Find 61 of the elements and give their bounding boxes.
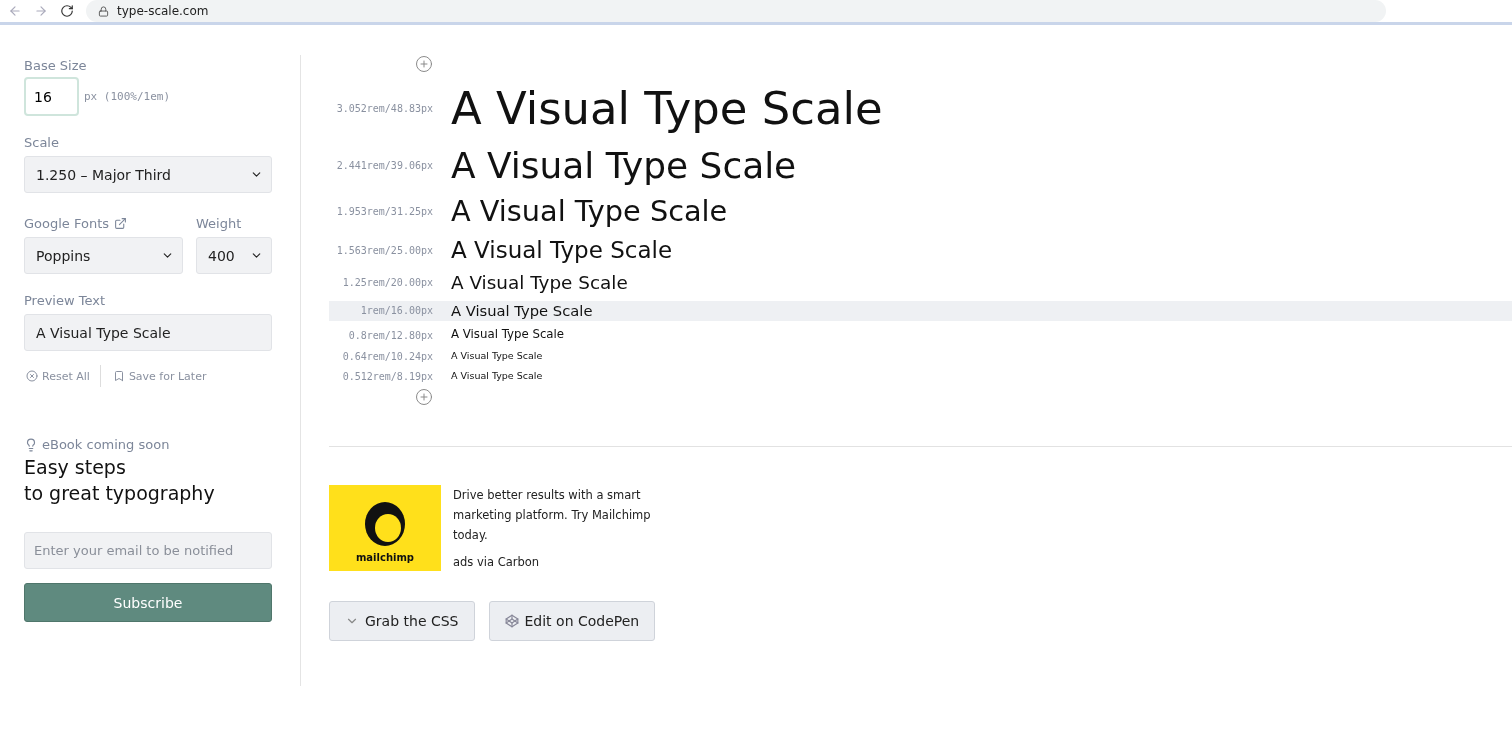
size-label: 2.441rem/39.06px [335, 159, 433, 171]
scale-row[interactable]: 1.563rem/25.00px A Visual Type Scale [329, 234, 1512, 266]
scale-row[interactable]: 2.441rem/39.06px A Visual Type Scale [329, 142, 1512, 188]
scale-row[interactable]: 0.8rem/12.80px A Visual Type Scale [329, 326, 1512, 344]
font-select[interactable]: Poppins [24, 237, 183, 274]
field-label: Weight [196, 216, 243, 231]
scale-row[interactable]: 0.512rem/8.19px A Visual Type Scale [329, 368, 1512, 384]
size-label: 1.563rem/25.00px [335, 244, 433, 256]
scale-select[interactable]: 1.250 – Major Third [24, 156, 272, 193]
back-icon[interactable] [8, 4, 22, 18]
field-label: Base Size [24, 58, 88, 73]
lightbulb-icon [24, 437, 38, 452]
preview-text: A Visual Type Scale [451, 236, 673, 264]
address-bar[interactable]: type-scale.com [86, 0, 1386, 22]
size-label: 3.052rem/48.83px [335, 103, 433, 115]
ad-text[interactable]: Drive better results with a smart marketing platform. Try Mailchimp today. [453, 484, 683, 545]
size-label: 1.25rem/20.00px [341, 277, 433, 289]
subscribe-button[interactable]: Subscribe [24, 583, 272, 622]
bookmark-icon [112, 370, 125, 382]
size-label: 0.512rem/8.19px [341, 370, 433, 382]
field-label: Google Fonts [24, 216, 183, 231]
lock-icon [98, 5, 109, 17]
weight-select[interactable]: 400 [196, 237, 272, 274]
preview-text-input[interactable]: A Visual Type Scale [24, 314, 272, 351]
field-label: Scale [24, 135, 60, 150]
add-circle-icon[interactable] [415, 55, 433, 73]
size-label: 0.64rem/10.24px [341, 350, 433, 362]
add-circle-icon[interactable] [415, 387, 433, 406]
scale-row[interactable]: 3.052rem/48.83px A Visual Type Scale [329, 81, 1512, 137]
ebook-heading: to great typography [24, 481, 216, 506]
base-size-input[interactable]: 16 [24, 77, 79, 116]
size-label: 1rem/16.00px [359, 305, 433, 317]
logo-text: mailchimp [355, 551, 415, 563]
size-label: 0.8rem/12.80px [347, 329, 433, 341]
ad-credit[interactable]: ads via Carbon [453, 554, 683, 569]
external-link-icon[interactable] [114, 217, 128, 230]
email-input[interactable]: Enter your email to be notified [24, 532, 272, 569]
preview-text: A Visual Type Scale [451, 83, 883, 135]
preview-text: A Visual Type Scale [451, 302, 593, 320]
codepen-button[interactable]: Edit on CodePen [488, 600, 656, 641]
preview-text: A Visual Type Scale [451, 272, 628, 294]
scale-row[interactable]: 1.953rem/31.25px A Visual Type Scale [329, 192, 1512, 230]
scale-row[interactable]: 1.25rem/20.00px A Visual Type Scale [329, 270, 1512, 296]
scale-row[interactable]: 1rem/16.00px A Visual Type Scale [329, 300, 1512, 322]
grab-css-button[interactable]: Grab the CSS [329, 600, 475, 641]
preview-text: A Visual Type Scale [451, 328, 565, 342]
cube-icon [504, 613, 519, 628]
ad-image[interactable]: mailchimp [329, 484, 441, 571]
ebook-tag: eBook coming soon [24, 437, 272, 452]
preview-text: A Visual Type Scale [451, 194, 728, 228]
size-label: 1.953rem/31.25px [335, 205, 433, 217]
unit-label: px (100%/1em) [84, 90, 171, 103]
preview-text: A Visual Type Scale [451, 144, 797, 186]
reload-icon[interactable] [60, 4, 74, 18]
preview-text: A Visual Type Scale [451, 351, 543, 362]
scale-row[interactable]: 0.64rem/10.24px A Visual Type Scale [329, 348, 1512, 364]
preview-text: A Visual Type Scale [451, 371, 543, 382]
forward-icon[interactable] [34, 4, 48, 18]
field-label: Preview Text [24, 293, 107, 308]
close-circle-icon [26, 370, 38, 382]
ebook-heading: Easy steps [24, 455, 127, 480]
